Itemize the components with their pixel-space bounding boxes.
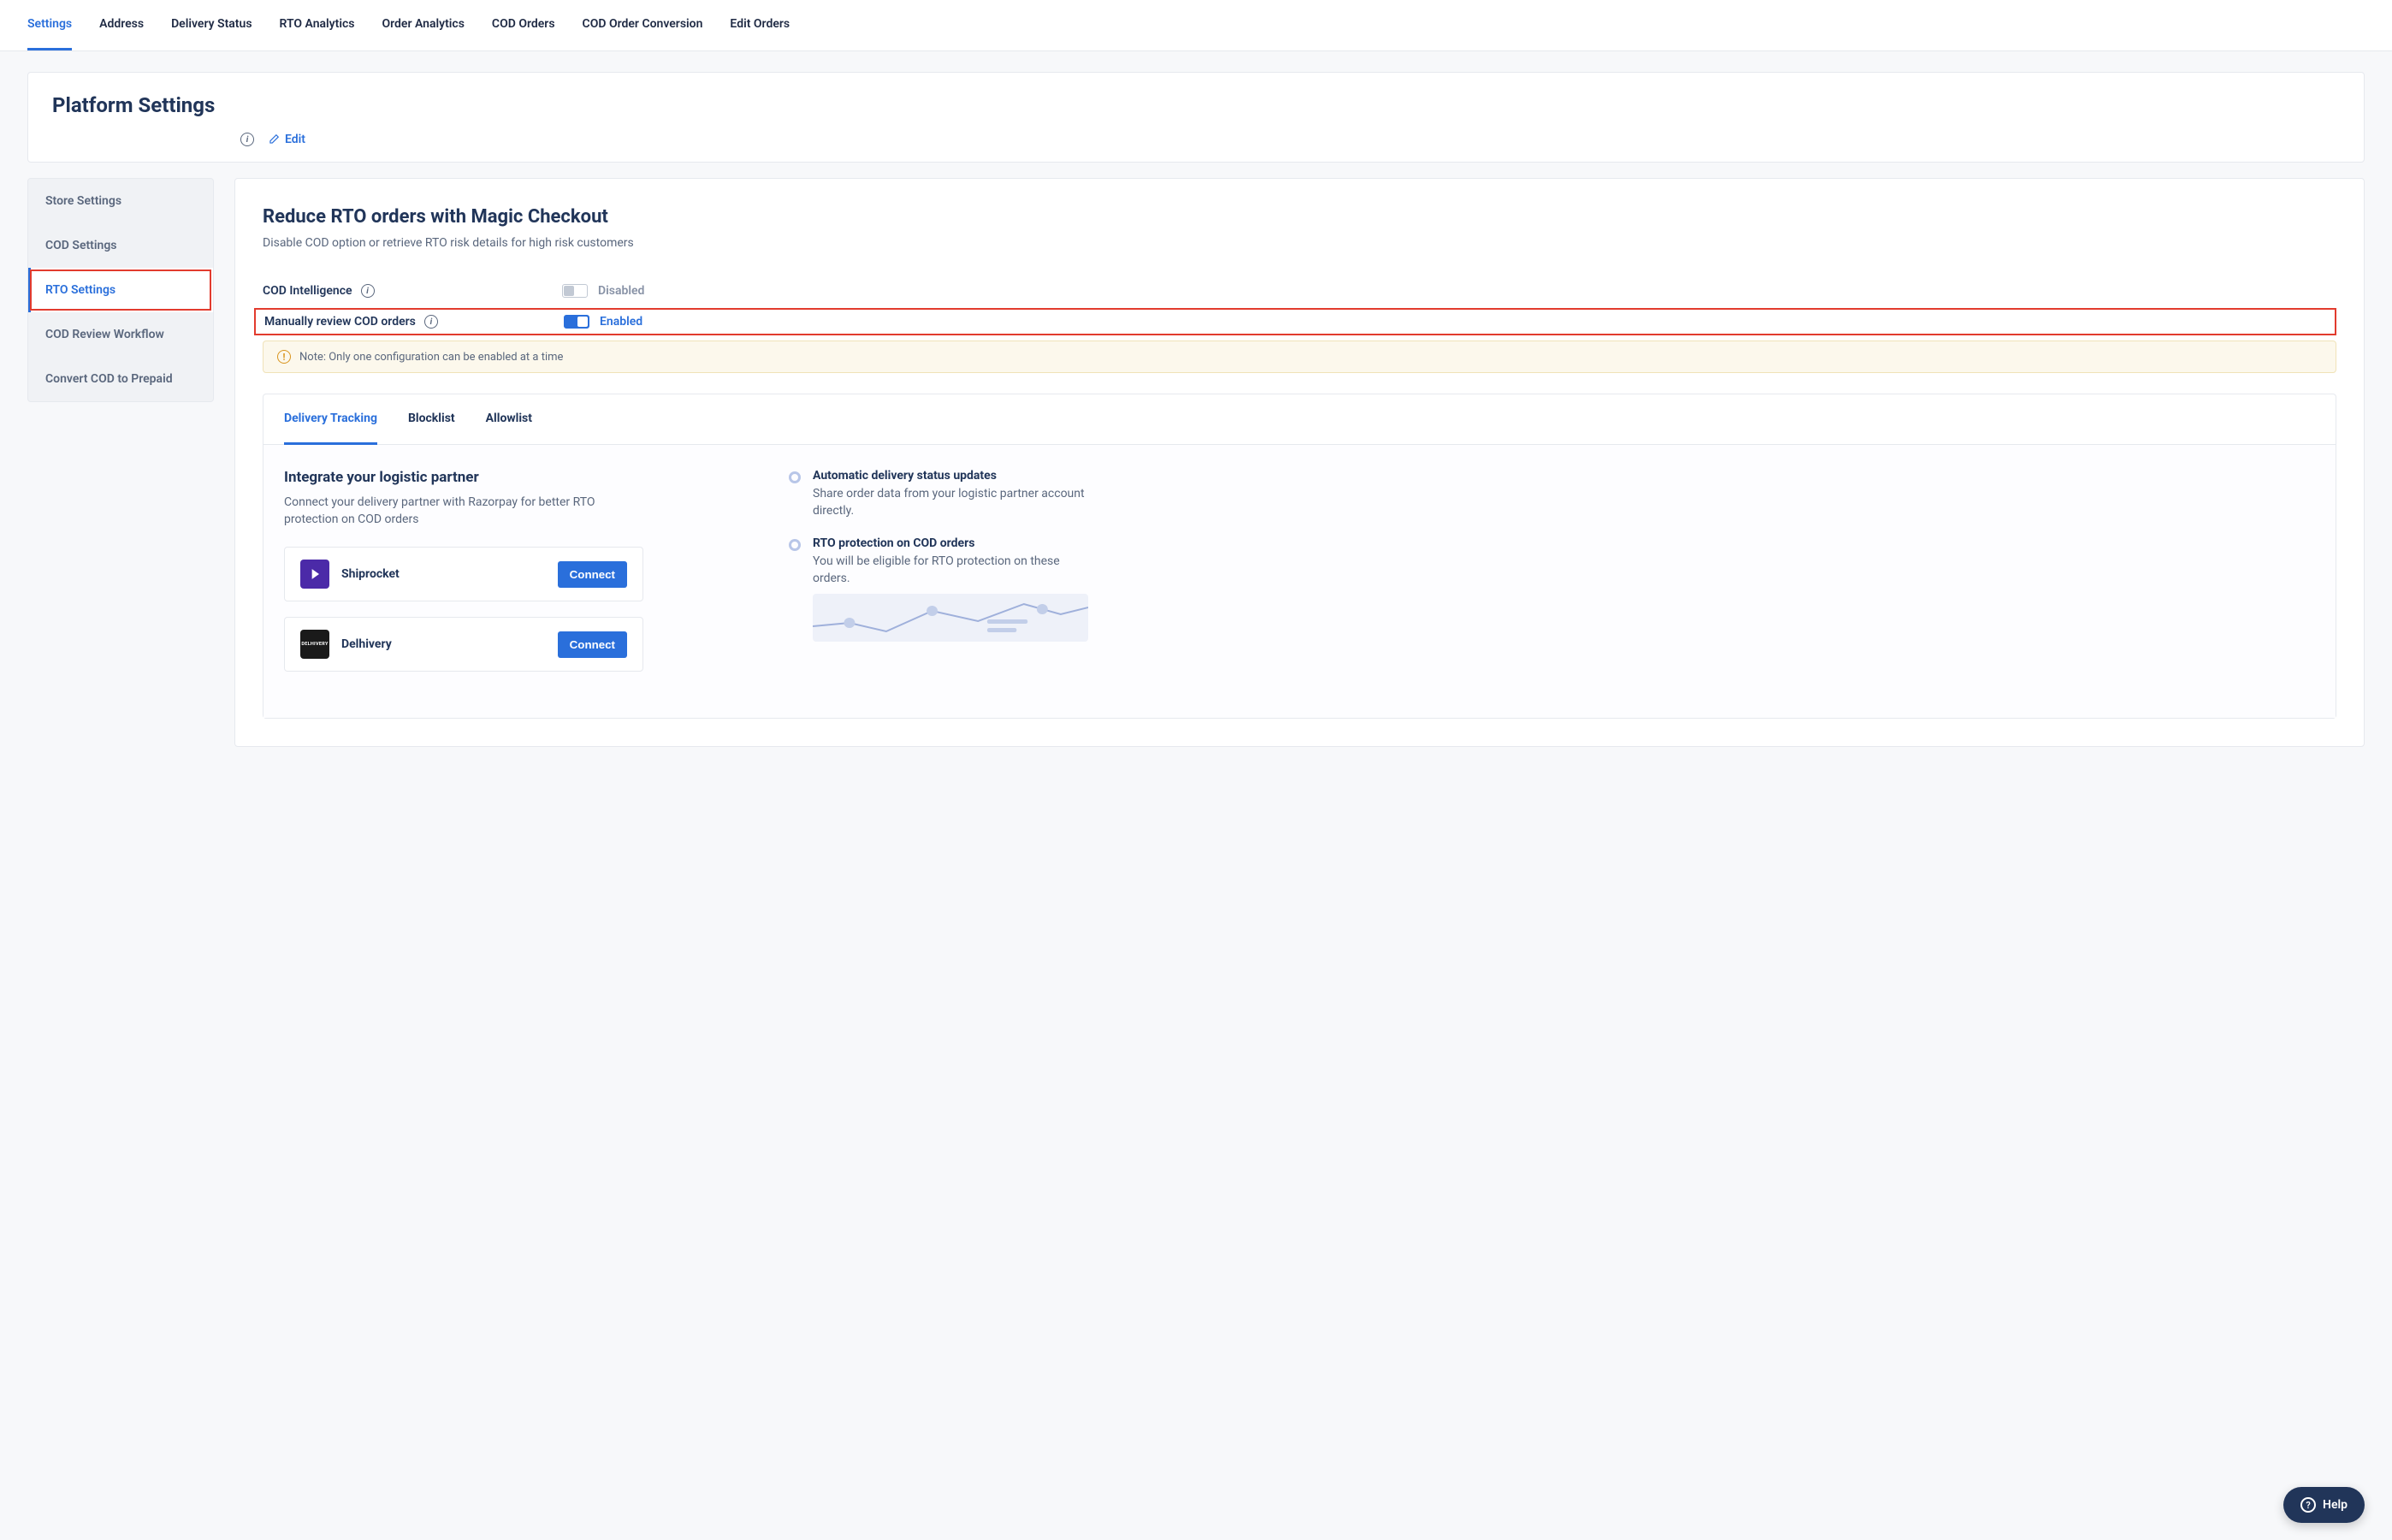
bullet-icon xyxy=(789,471,801,483)
delivery-tracking-card: Delivery Tracking Blocklist Allowlist In… xyxy=(263,394,2336,719)
sidebar-item-cod-settings[interactable]: COD Settings xyxy=(28,223,213,268)
help-label: Help xyxy=(2323,1498,2348,1512)
pencil-icon xyxy=(268,133,280,145)
manual-review-state: Enabled xyxy=(600,315,642,329)
edit-button[interactable]: Edit xyxy=(268,133,305,146)
sidebar-item-convert-cod-to-prepaid[interactable]: Convert COD to Prepaid xyxy=(28,357,213,401)
cod-intelligence-label: COD Intelligence xyxy=(263,284,352,298)
manual-review-label: Manually review COD orders xyxy=(264,315,416,329)
manual-review-toggle[interactable] xyxy=(564,315,589,329)
benefit-description: You will be eligible for RTO protection … xyxy=(813,554,1088,587)
shiprocket-logo-icon xyxy=(300,560,329,589)
edit-label: Edit xyxy=(285,133,305,146)
benefit-description: Share order data from your logistic part… xyxy=(813,486,1088,519)
info-icon[interactable]: i xyxy=(361,284,375,298)
note-text: Note: Only one configuration can be enab… xyxy=(299,351,563,364)
question-icon: ? xyxy=(2300,1497,2316,1513)
integrate-description: Connect your delivery partner with Razor… xyxy=(284,495,643,528)
manual-review-row: Manually review COD orders i Enabled xyxy=(254,308,2336,335)
partner-name: Shiprocket xyxy=(341,567,546,581)
benefits-panel: Automatic delivery status updates Share … xyxy=(789,469,1088,687)
warning-icon: ! xyxy=(277,350,291,364)
connect-delhivery-button[interactable]: Connect xyxy=(558,631,627,658)
delhivery-logo-icon: DELHIVERY xyxy=(300,630,329,659)
bullet-icon xyxy=(789,539,801,551)
partner-delhivery: DELHIVERY Delhivery Connect xyxy=(284,617,643,672)
settings-sidebar: Store Settings COD Settings RTO Settings… xyxy=(27,178,214,402)
sidebar-item-cod-review-workflow[interactable]: COD Review Workflow xyxy=(28,312,213,357)
help-button[interactable]: ? Help xyxy=(2283,1487,2365,1523)
info-icon[interactable]: i xyxy=(240,133,254,146)
partner-name: Delhivery xyxy=(341,637,546,651)
connect-shiprocket-button[interactable]: Connect xyxy=(558,561,627,588)
cod-intelligence-row: COD Intelligence i Disabled xyxy=(263,274,2336,308)
nav-address[interactable]: Address xyxy=(99,0,144,50)
tab-allowlist[interactable]: Allowlist xyxy=(486,394,532,445)
cod-intelligence-state: Disabled xyxy=(598,284,644,298)
top-nav: Settings Address Delivery Status RTO Ana… xyxy=(0,0,2392,51)
inner-tabs: Delivery Tracking Blocklist Allowlist xyxy=(263,394,2336,445)
benefit-title: RTO protection on COD orders xyxy=(813,536,1088,550)
page-title: Platform Settings xyxy=(52,93,2340,117)
sidebar-item-store-settings[interactable]: Store Settings xyxy=(28,179,213,223)
nav-rto-analytics[interactable]: RTO Analytics xyxy=(280,0,355,50)
nav-settings[interactable]: Settings xyxy=(27,0,72,50)
chart-placeholder-icon xyxy=(813,594,1088,642)
header-card: Platform Settings i Edit xyxy=(27,72,2365,163)
cod-intelligence-toggle[interactable] xyxy=(562,284,588,298)
info-icon[interactable]: i xyxy=(424,315,438,329)
nav-order-analytics[interactable]: Order Analytics xyxy=(382,0,464,50)
benefit-title: Automatic delivery status updates xyxy=(813,469,1088,483)
section-description: Disable COD option or retrieve RTO risk … xyxy=(263,236,2336,250)
partner-shiprocket: Shiprocket Connect xyxy=(284,547,643,601)
sidebar-item-rto-settings[interactable]: RTO Settings xyxy=(28,268,213,312)
tab-delivery-tracking[interactable]: Delivery Tracking xyxy=(284,394,377,445)
tab-blocklist[interactable]: Blocklist xyxy=(408,394,455,445)
main-panel: Reduce RTO orders with Magic Checkout Di… xyxy=(234,178,2365,747)
nav-cod-order-conversion[interactable]: COD Order Conversion xyxy=(583,0,703,50)
note-bar: ! Note: Only one configuration can be en… xyxy=(263,341,2336,373)
integrate-title: Integrate your logistic partner xyxy=(284,469,643,486)
section-title: Reduce RTO orders with Magic Checkout xyxy=(263,206,2336,228)
nav-cod-orders[interactable]: COD Orders xyxy=(492,0,555,50)
nav-edit-orders[interactable]: Edit Orders xyxy=(730,0,790,50)
nav-delivery-status[interactable]: Delivery Status xyxy=(171,0,252,50)
